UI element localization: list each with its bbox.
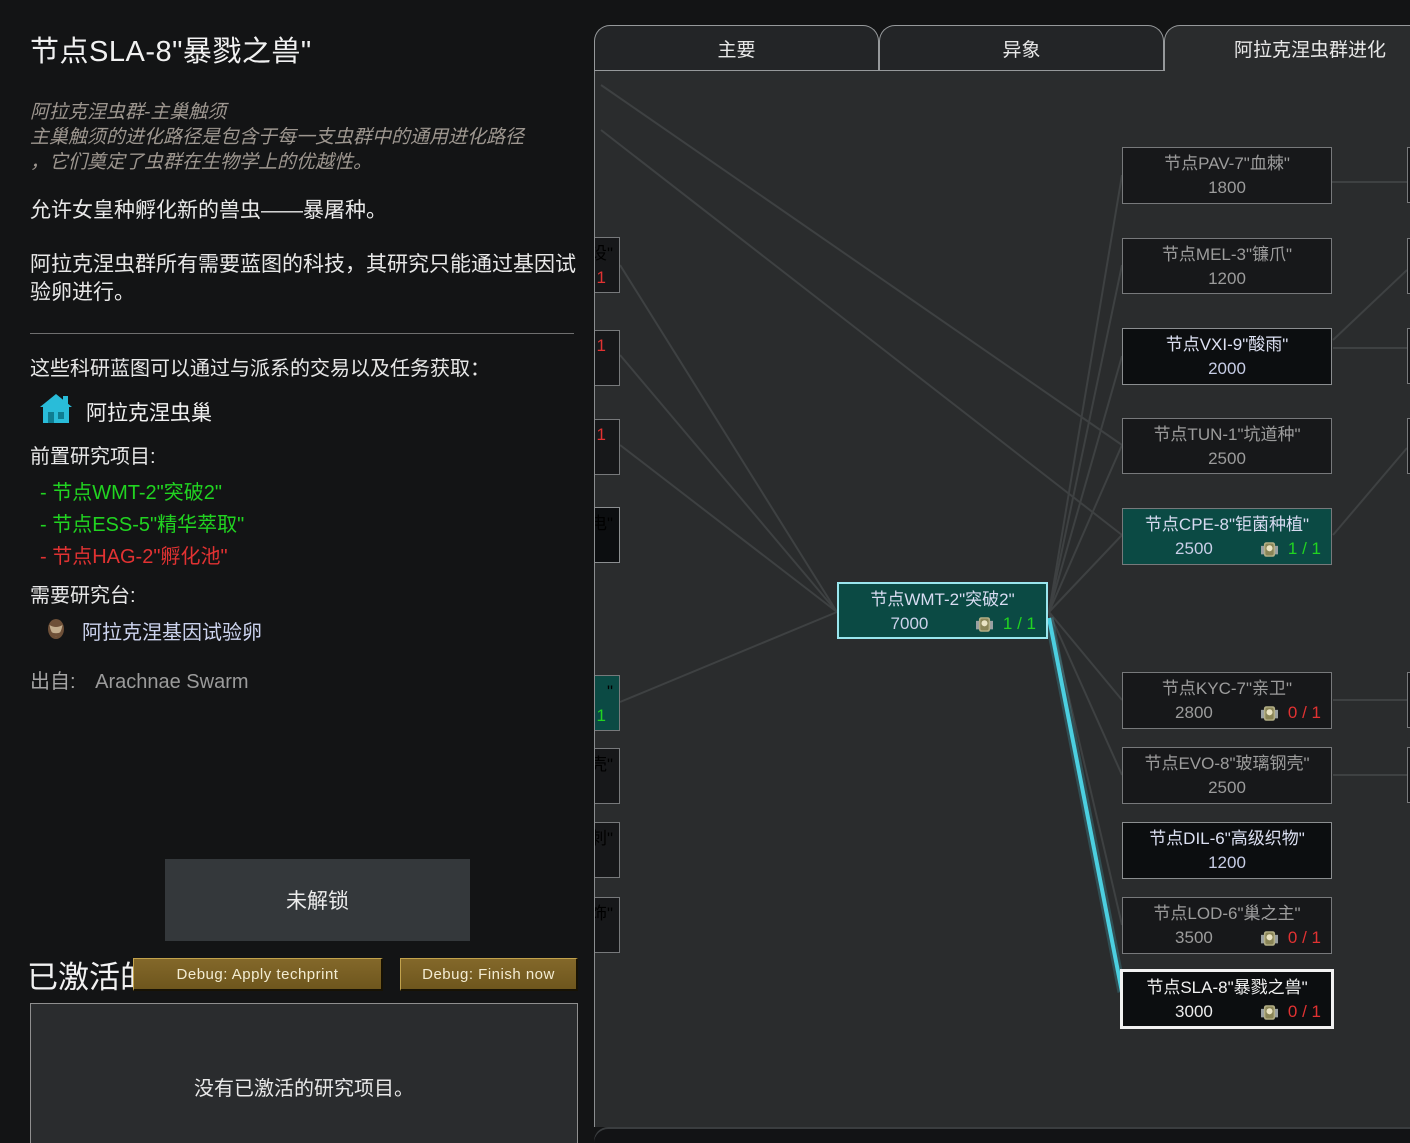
page-title: 节点SLA-8"暴戮之兽" xyxy=(30,28,568,70)
node-cost: 1200 xyxy=(1131,267,1323,291)
debug-finish-now-button[interactable]: Debug: Finish now xyxy=(400,958,578,991)
node-cost: 2800 xyxy=(1131,701,1257,725)
node-cost: 2000 xyxy=(1131,357,1323,381)
bottom-bar xyxy=(594,1127,1410,1143)
node-title-fragment: 壳" xyxy=(594,752,619,777)
node-progress-fragment: 1 xyxy=(594,266,619,290)
research-node-evo8[interactable]: 节点EVO-8"玻璃钢壳"2500 xyxy=(1122,747,1332,804)
node-title-fragment: " xyxy=(594,679,619,704)
research-node-cpe8[interactable]: 节点CPE-8"钜菌种植"2500 1 / 1 xyxy=(1122,508,1332,565)
research-node-kyc7[interactable]: 节点KYC-7"亲卫"2800 0 / 1 xyxy=(1122,672,1332,729)
node-techprint-progress: 0 / 1 xyxy=(1288,701,1321,725)
research-node-wmt2[interactable]: 节点WMT-2"突破2"7000 1 / 1 xyxy=(837,582,1048,639)
research-node-pav7[interactable]: 节点PAV-7"血棘"1800 xyxy=(1122,147,1332,204)
hive-house-icon xyxy=(40,393,72,430)
research-node-sla8[interactable]: 节点SLA-8"暴戮之兽"3000 0 / 1 xyxy=(1120,969,1334,1029)
source-label: 出自: xyxy=(30,671,76,693)
node-cost: 7000 xyxy=(847,612,972,636)
node-progress-fragment: 1 xyxy=(594,423,619,447)
research-node[interactable]: 1 xyxy=(594,330,620,386)
node-title: 节点EVO-8"玻璃钢壳" xyxy=(1123,751,1331,776)
node-techprint-progress: 0 / 1 xyxy=(1288,926,1321,950)
tab-0[interactable]: 主要 xyxy=(594,25,879,70)
techprint-icon xyxy=(1261,542,1278,557)
node-title: 节点WMT-2"突破2" xyxy=(839,587,1046,612)
node-title: 节点PAV-7"血棘" xyxy=(1123,151,1331,176)
description-restriction: 阿拉克涅虫群所有需要蓝图的科技，其研究只能通过基因试验卵进行。 xyxy=(30,251,578,307)
research-node[interactable]: "1 xyxy=(594,675,620,731)
node-cost: 3000 xyxy=(1131,1000,1257,1024)
node-progress-fragment: 1 xyxy=(594,704,619,728)
prereq-heading: 前置研究项目: xyxy=(30,440,568,469)
techprint-faction-row: 阿拉克涅虫巢 xyxy=(40,393,568,430)
node-cost: 2500 xyxy=(1131,537,1257,561)
research-node[interactable]: 壳" xyxy=(594,748,620,804)
node-title: 节点LOD-6"巢之主" xyxy=(1123,901,1331,926)
research-tree-canvas[interactable]: 设"111电""1壳"刺"饰"节点WMT-2"突破2"70001 / 1节点PA… xyxy=(594,70,1410,1127)
gene-egg-icon xyxy=(44,616,68,645)
node-cost: 2500 xyxy=(1131,776,1323,800)
bench-name: 阿拉克涅基因试验卵 xyxy=(82,616,262,645)
locked-status-button[interactable]: 未解锁 xyxy=(165,859,470,941)
node-techprint-progress: 1 / 1 xyxy=(1003,612,1036,636)
research-node[interactable]: 1 xyxy=(594,419,620,475)
node-cost: 1800 xyxy=(1131,176,1323,200)
research-window: 设"111电""1壳"刺"饰"节点WMT-2"突破2"70001 / 1节点PA… xyxy=(0,0,1410,1143)
research-node[interactable]: 饰" xyxy=(594,897,620,953)
empty-message: 没有已激活的研究项目。 xyxy=(31,1072,577,1101)
activated-projects-box: 没有已激活的研究项目。 xyxy=(30,1003,578,1143)
debug-apply-techprint-button[interactable]: Debug: Apply techprint xyxy=(133,958,383,991)
divider xyxy=(30,333,574,334)
node-techprint-progress: 0 / 1 xyxy=(1288,1000,1321,1024)
node-cost: 3500 xyxy=(1131,926,1257,950)
prereq-item: - 节点HAG-2"孵化池" xyxy=(40,541,568,573)
node-title: 节点TUN-1"坑道种" xyxy=(1123,422,1331,447)
node-title-fragment: 设" xyxy=(594,241,619,266)
node-techprint-progress: 1 / 1 xyxy=(1288,537,1321,561)
node-title: 节点DIL-6"高级织物" xyxy=(1123,826,1331,851)
node-cost: 2500 xyxy=(1131,447,1323,471)
tab-2[interactable]: 阿拉克涅虫群进化 xyxy=(1164,25,1410,71)
node-title: 节点MEL-3"镰爪" xyxy=(1123,242,1331,267)
node-title: 节点KYC-7"亲卫" xyxy=(1123,676,1331,701)
source-value: Arachnae Swarm xyxy=(95,671,248,693)
research-node-vxi9[interactable]: 节点VXI-9"酸雨"2000 xyxy=(1122,328,1332,385)
techprint-faction: 阿拉克涅虫巢 xyxy=(86,397,212,427)
techprint-note: 这些科研蓝图可以通过与派系的交易以及任务获取： xyxy=(30,352,568,381)
node-cost: 1200 xyxy=(1131,851,1323,875)
description-unlocks: 允许女皇种孵化新的兽虫——暴屠种。 xyxy=(30,197,578,225)
tab-bar: 主要异象阿拉克涅虫群进化 xyxy=(594,25,1410,71)
node-title-fragment: 刺" xyxy=(594,826,619,851)
techprint-icon xyxy=(1261,1005,1278,1020)
research-node[interactable]: 设"1 xyxy=(594,237,620,293)
research-node[interactable]: 电" xyxy=(594,507,620,563)
techprint-icon xyxy=(976,617,993,632)
prereq-item: - 节点ESS-5"精华萃取" xyxy=(40,509,568,541)
bench-heading: 需要研究台: xyxy=(30,579,568,608)
source-row: 出自: Arachnae Swarm xyxy=(30,665,568,694)
research-node-dil6[interactable]: 节点DIL-6"高级织物"1200 xyxy=(1122,822,1332,879)
node-title-fragment: 电" xyxy=(594,511,619,536)
node-title: 节点CPE-8"钜菌种植" xyxy=(1123,512,1331,537)
techprint-icon xyxy=(1261,931,1278,946)
techprint-icon xyxy=(1261,706,1278,721)
tab-1[interactable]: 异象 xyxy=(879,25,1164,70)
research-node-lod6[interactable]: 节点LOD-6"巢之主"3500 0 / 1 xyxy=(1122,897,1332,954)
research-node-tun1[interactable]: 节点TUN-1"坑道种"2500 xyxy=(1122,418,1332,474)
prereq-list: - 节点WMT-2"突破2"- 节点ESS-5"精华萃取"- 节点HAG-2"孵… xyxy=(40,477,568,573)
bench-row: 阿拉克涅基因试验卵 xyxy=(44,616,568,645)
node-title-fragment: 饰" xyxy=(594,901,619,926)
prereq-item: - 节点WMT-2"突破2" xyxy=(40,477,568,509)
node-title: 节点SLA-8"暴戮之兽" xyxy=(1123,975,1331,1000)
node-title: 节点VXI-9"酸雨" xyxy=(1123,332,1331,357)
research-node-mel3[interactable]: 节点MEL-3"镰爪"1200 xyxy=(1122,238,1332,294)
node-progress-fragment: 1 xyxy=(594,334,619,358)
research-node[interactable]: 刺" xyxy=(594,822,620,878)
flavor-text: 阿拉克涅虫群-主巢触须 主巢触须的进化路径是包含于每一支虫群中的通用进化路径 ，… xyxy=(30,100,568,175)
research-detail-panel: 节点SLA-8"暴戮之兽" 阿拉克涅虫群-主巢触须 主巢触须的进化路径是包含于每… xyxy=(0,0,594,1143)
